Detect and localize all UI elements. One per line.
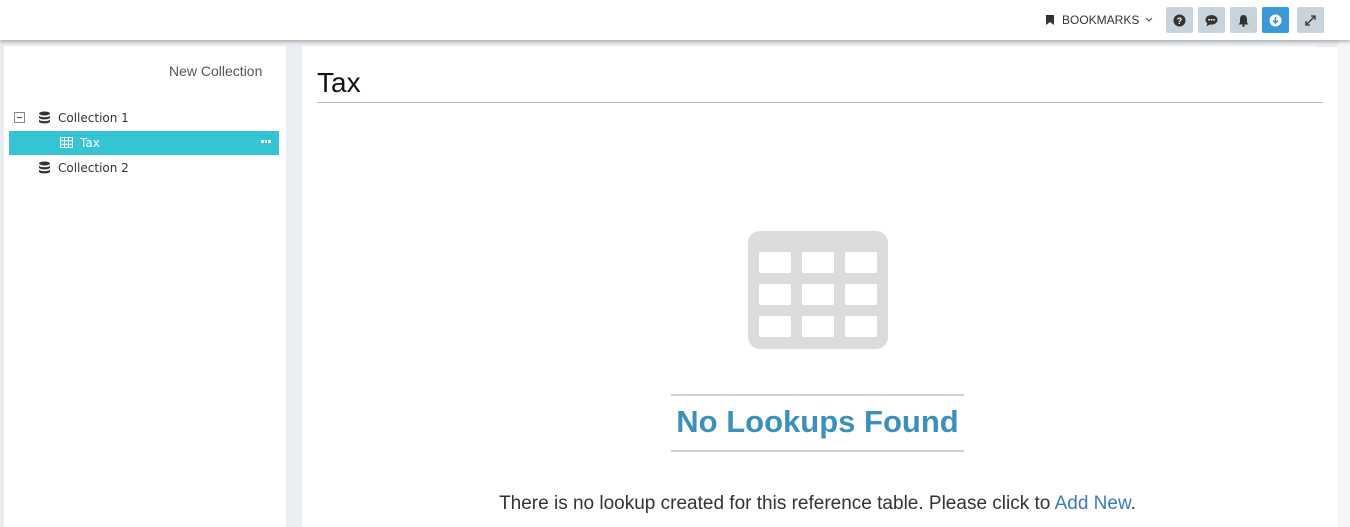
table-grid-icon	[748, 231, 888, 349]
bookmark-icon	[1046, 15, 1054, 25]
tree-item-label: Tax	[80, 136, 100, 150]
more-options-icon[interactable]	[261, 140, 272, 143]
chevron-down-icon	[1145, 17, 1153, 22]
tree-item-label: Collection 1	[58, 111, 129, 125]
table-icon	[60, 137, 73, 148]
download-icon	[1269, 14, 1282, 26]
empty-state-message: There is no lookup created for this refe…	[302, 493, 1333, 515]
chat-button[interactable]	[1198, 7, 1225, 33]
notifications-button[interactable]	[1230, 7, 1257, 33]
collapse-toggle-icon[interactable]	[14, 112, 25, 123]
sidebar-scrollbar[interactable]	[286, 46, 301, 527]
heading-bottom-rule	[671, 450, 964, 452]
tree-item-collection-2[interactable]: Collection 2	[9, 156, 279, 180]
expand-icon	[1305, 14, 1316, 26]
sidebar: New Collection Collection 1 Tax Collecti…	[4, 46, 286, 527]
bookmarks-label: BOOKMARKS	[1062, 13, 1140, 27]
add-new-link[interactable]: Add New	[1055, 493, 1131, 514]
help-button[interactable]: ?	[1166, 7, 1193, 33]
download-button[interactable]	[1262, 7, 1289, 33]
tree-item-collection-1[interactable]: Collection 1	[9, 106, 279, 130]
title-divider	[317, 102, 1323, 103]
empty-state-text: There is no lookup created for this refe…	[499, 493, 1051, 514]
chat-icon	[1205, 14, 1218, 26]
message-end: .	[1130, 493, 1136, 514]
heading-top-rule	[671, 394, 964, 396]
page-title: Tax	[317, 67, 361, 98]
bookmarks-menu[interactable]: BOOKMARKS	[1046, 12, 1153, 28]
top-bar: BOOKMARKS ?	[0, 0, 1350, 40]
new-collection-button[interactable]: New Collection	[169, 63, 262, 79]
database-icon	[39, 161, 50, 174]
help-icon: ?	[1173, 14, 1186, 26]
tree-item-tax[interactable]: Tax	[9, 131, 279, 155]
svg-text:?: ?	[1177, 16, 1183, 26]
panel-corner	[1314, 46, 1338, 50]
database-icon	[39, 111, 50, 124]
page-scrollbar[interactable]	[1338, 40, 1350, 527]
bell-icon	[1238, 14, 1249, 27]
main-panel: Tax No Lookups Found There is no lookup …	[302, 46, 1338, 527]
expand-button[interactable]	[1297, 7, 1324, 33]
tree-item-label: Collection 2	[58, 161, 129, 175]
empty-state-heading: No Lookups Found	[676, 404, 959, 439]
